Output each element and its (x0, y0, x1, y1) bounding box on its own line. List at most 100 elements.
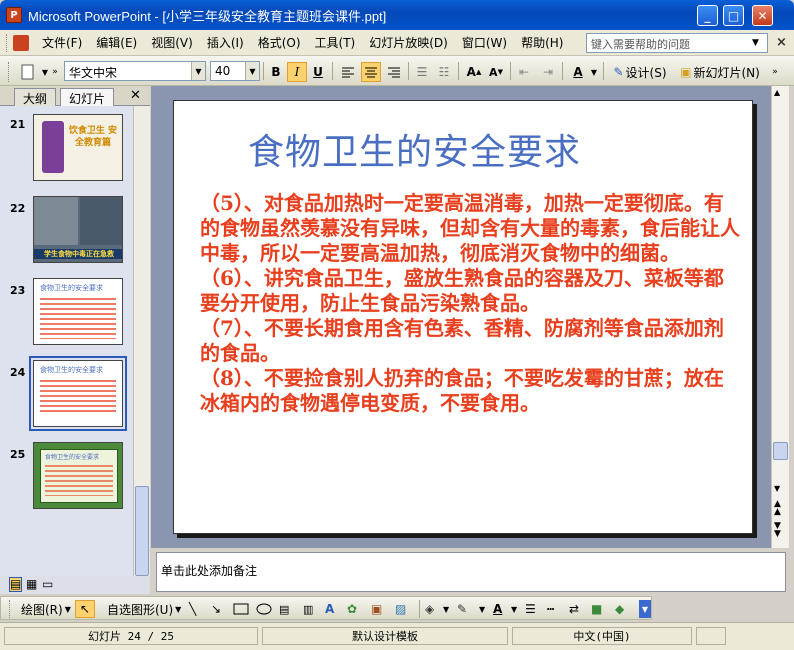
textbox-tool-icon[interactable]: ▤ (279, 600, 289, 618)
close-icon[interactable]: ✕ (130, 88, 141, 103)
chevron-down-icon[interactable]: ▼ (511, 600, 517, 618)
underline-button[interactable]: U (308, 62, 328, 82)
toolbar-grip-icon[interactable] (8, 62, 12, 82)
thumbnail-scrollbar[interactable] (133, 106, 150, 576)
tab-slides[interactable]: 幻灯片 (60, 88, 115, 106)
powerpoint-icon[interactable]: P (6, 7, 22, 23)
decrease-indent-icon[interactable]: ⇤ (514, 62, 534, 82)
menu-insert[interactable]: 插入(I) (200, 31, 251, 54)
slide-position: 幻灯片 24 / 25 (4, 627, 258, 645)
slide-thumbnail-23[interactable]: 食物卫生的安全要求 (33, 278, 123, 345)
slide-thumbnail-24[interactable]: 食物卫生的安全要求 (29, 356, 127, 431)
document-icon[interactable] (13, 34, 29, 51)
align-right-icon[interactable] (384, 62, 404, 82)
increase-indent-icon[interactable]: ⇥ (538, 62, 558, 82)
scroll-down-icon[interactable]: ▼ (774, 484, 780, 493)
slide-thumbnail-25[interactable]: 食物卫生的安全要求 (33, 442, 123, 509)
chevron-down-icon[interactable]: ▼ (191, 62, 205, 80)
toolbar-grip-icon[interactable] (9, 600, 13, 618)
toolbar-overflow-icon[interactable]: » (50, 62, 60, 82)
chevron-down-icon[interactable]: ▼ (589, 62, 599, 82)
font-size-select[interactable]: 40 ▼ (210, 61, 260, 81)
new-slide-button[interactable]: ▣ 新幻灯片(N) (676, 62, 764, 82)
normal-view-icon[interactable]: ▤ (9, 577, 23, 592)
toolbar-overflow-icon[interactable]: ▼ (639, 600, 651, 618)
design-template[interactable]: 默认设计模板 (262, 627, 508, 645)
font-name-value: 华文中宋 (69, 66, 118, 80)
shadow-style-icon[interactable]: ■ (591, 600, 602, 618)
wordart-icon[interactable]: A (325, 600, 334, 618)
document-close-icon[interactable]: × (776, 35, 787, 50)
diagram-icon[interactable]: ✿ (347, 600, 357, 618)
notes-placeholder: 单击此处添加备注 (161, 564, 258, 578)
bullet-list-icon[interactable]: ☷ (434, 62, 454, 82)
picture-icon[interactable]: ▨ (395, 600, 406, 618)
next-slide-icon[interactable]: ▼ ▼ (774, 522, 781, 539)
font-color-button[interactable]: A (568, 62, 588, 82)
design-button[interactable]: ✎ 设计(S) (610, 62, 670, 82)
menu-window[interactable]: 窗口(W) (455, 31, 514, 54)
decrease-font-icon[interactable]: A ▼ (486, 62, 506, 82)
help-search-input[interactable]: 键入需要帮助的问题 (586, 33, 768, 53)
scroll-up-icon[interactable]: ▲ (774, 88, 780, 97)
rectangle-tool-icon[interactable] (233, 600, 249, 618)
line-tool-icon[interactable]: ╲ (189, 600, 196, 618)
menu-format[interactable]: 格式(O) (251, 31, 308, 54)
arrow-style-icon[interactable]: ⇄ (569, 600, 579, 618)
chevron-down-icon[interactable]: ▼ (40, 62, 50, 82)
scrollbar-thumb[interactable] (773, 442, 788, 460)
bold-button[interactable]: B (266, 62, 286, 82)
new-document-icon[interactable] (18, 62, 38, 82)
slide-scrollbar[interactable]: ▲ ▼ ▲ ▲ ▼ ▼ (771, 86, 789, 548)
slide-sorter-icon[interactable]: ▦ (26, 577, 37, 591)
fill-color-icon[interactable]: ◈ (425, 600, 434, 618)
toolbar-overflow-icon[interactable]: » (770, 62, 780, 82)
language-indicator: 中文(中国) (512, 627, 692, 645)
menu-view[interactable]: 视图(V) (144, 31, 200, 54)
menu-edit[interactable]: 编辑(E) (89, 31, 144, 54)
menu-help[interactable]: 帮助(H) (514, 31, 570, 54)
chevron-down-icon[interactable]: ▼ (479, 600, 485, 618)
select-pointer-icon[interactable]: ↖ (75, 600, 95, 618)
3d-style-icon[interactable]: ◆ (615, 600, 624, 618)
align-center-icon[interactable] (361, 62, 381, 82)
italic-button[interactable]: I (287, 62, 307, 82)
close-button[interactable]: ✕ (752, 5, 773, 26)
notes-pane[interactable]: 单击此处添加备注 (156, 552, 786, 592)
tab-outline[interactable]: 大纲 (14, 88, 57, 106)
increase-font-icon[interactable]: A ▲ (464, 62, 484, 82)
menu-file[interactable]: 文件(F) (35, 31, 89, 54)
chevron-down-icon[interactable]: ▼ (245, 62, 259, 80)
draw-menu-button[interactable]: 绘图(R) ▼ (21, 600, 71, 618)
slide-thumbnail-21[interactable]: 饮食卫生 安全教育篇 (33, 114, 123, 181)
line-style-icon[interactable]: ☰ (525, 600, 536, 618)
dash-style-icon[interactable]: ┅ (547, 600, 554, 618)
menu-tools[interactable]: 工具(T) (308, 31, 363, 54)
slide-body-text[interactable]: （5）、对食品加热时一定要高温消毒，加热一定要彻底。有的食物虽然羡慕没有异味，但… (200, 191, 740, 416)
status-empty-cell (696, 627, 726, 645)
slideshow-icon[interactable]: ▭ (42, 577, 53, 591)
autoshapes-menu-button[interactable]: 自选图形(U) ▼ (107, 600, 181, 618)
vertical-textbox-icon[interactable]: ▥ (303, 600, 313, 618)
draw-font-color-icon[interactable]: A (493, 600, 502, 618)
font-name-select[interactable]: 华文中宋 ▼ (64, 61, 206, 81)
clipart-icon[interactable]: ▣ (371, 600, 382, 618)
chevron-down-icon: ▼ (175, 604, 182, 614)
toolbar-grip-icon[interactable] (6, 33, 9, 52)
previous-slide-icon[interactable]: ▲ ▲ (774, 500, 781, 517)
line-color-icon[interactable]: ✎ (457, 600, 467, 618)
minimize-button[interactable]: _ (697, 5, 718, 26)
oval-tool-icon[interactable] (256, 600, 272, 618)
paragraph-7: （7）、不要长期食用含有色素、香精、防腐剂等食品添加剂的食品。 (200, 316, 724, 365)
slide-thumbnail-22[interactable]: 学生食物中毒正在急救 (33, 196, 123, 263)
numbered-list-icon[interactable]: ☰ (412, 62, 432, 82)
slide-title[interactable]: 食物卫生的安全要求 (248, 123, 581, 175)
scrollbar-thumb[interactable] (135, 486, 149, 576)
align-left-icon[interactable] (338, 62, 358, 82)
chevron-down-icon[interactable]: ▼ (443, 600, 449, 618)
arrow-tool-icon[interactable]: ↘ (211, 600, 221, 618)
current-slide[interactable]: 食物卫生的安全要求 （5）、对食品加热时一定要高温消毒，加热一定要彻底。有的食物… (173, 100, 753, 534)
menu-slideshow[interactable]: 幻灯片放映(D) (362, 31, 455, 54)
chevron-down-icon[interactable]: ▼ (752, 38, 759, 48)
maximize-button[interactable]: □ (723, 5, 744, 26)
